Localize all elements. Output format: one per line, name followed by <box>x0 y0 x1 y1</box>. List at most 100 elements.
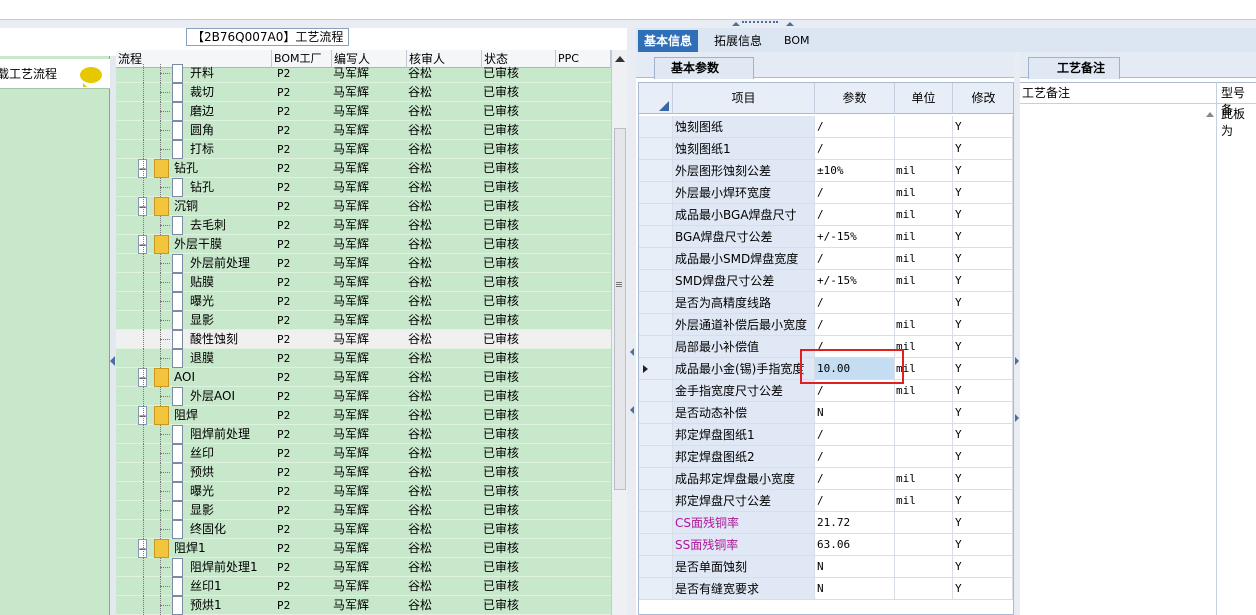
row-header[interactable] <box>639 402 673 424</box>
tab-basic-info[interactable]: 基本信息 <box>638 30 699 52</box>
param-value[interactable]: / <box>815 292 895 314</box>
tree-step-row[interactable]: 终固化 P2 马军辉 谷松 已审核 <box>116 520 611 539</box>
param-modify[interactable]: Y <box>953 556 1013 578</box>
param-value[interactable]: / <box>815 490 895 512</box>
collapse-right-icon[interactable] <box>1015 357 1019 365</box>
tree-step-row[interactable]: 开料 P2 马军辉 谷松 已审核 <box>116 64 611 83</box>
param-value[interactable]: / <box>815 468 895 490</box>
tree-step-row[interactable]: 贴膜 P2 马军辉 谷松 已审核 <box>116 273 611 292</box>
param-modify[interactable]: Y <box>953 336 1013 358</box>
param-modify[interactable]: Y <box>953 226 1013 248</box>
row-header[interactable] <box>639 138 673 160</box>
col-header-process-notes[interactable]: 工艺备注 <box>1022 84 1070 101</box>
row-header[interactable] <box>639 336 673 358</box>
param-unit[interactable] <box>895 116 953 138</box>
param-unit[interactable] <box>895 292 953 314</box>
param-row[interactable]: 是否有缝宽要求 N Y <box>639 578 1013 600</box>
param-modify[interactable]: Y <box>953 138 1013 160</box>
param-row[interactable]: 成品最小SMD焊盘宽度 / mil Y <box>639 248 1013 270</box>
collapse-left-icon[interactable] <box>630 348 634 356</box>
tree-step-row[interactable]: 外层前处理 P2 马军辉 谷松 已审核 <box>116 254 611 273</box>
tree-group-row[interactable]: − 外层干膜 P2 马军辉 谷松 已审核 <box>116 235 611 254</box>
param-value[interactable]: N <box>815 556 895 578</box>
row-header[interactable] <box>639 204 673 226</box>
tree-group-row[interactable]: − 阻焊1 P2 马军辉 谷松 已审核 <box>116 539 611 558</box>
param-unit[interactable]: mil <box>895 468 953 490</box>
param-modify[interactable]: Y <box>953 160 1013 182</box>
tree-step-row[interactable]: 打标 P2 马军辉 谷松 已审核 <box>116 140 611 159</box>
param-row[interactable]: 成品邦定焊盘最小宽度 / mil Y <box>639 468 1013 490</box>
tree-step-row[interactable]: 酸性蚀刻 P2 马军辉 谷松 已审核 <box>116 330 611 349</box>
row-header[interactable] <box>639 380 673 402</box>
param-value[interactable]: ±10% <box>815 160 895 182</box>
param-row[interactable]: 外层最小焊环宽度 / mil Y <box>639 182 1013 204</box>
tree-step-row[interactable]: 丝印1 P2 马军辉 谷松 已审核 <box>116 577 611 596</box>
col-header-unit[interactable]: 单位 <box>895 83 953 114</box>
param-row[interactable]: 是否为高精度线路 / Y <box>639 292 1013 314</box>
tree-group-row[interactable]: − 沉铜 P2 马军辉 谷松 已审核 <box>116 197 611 216</box>
param-modify[interactable]: Y <box>953 512 1013 534</box>
row-header[interactable] <box>639 226 673 248</box>
param-modify[interactable]: Y <box>953 402 1013 424</box>
param-modify[interactable]: Y <box>953 292 1013 314</box>
row-header[interactable] <box>639 512 673 534</box>
param-unit[interactable]: mil <box>895 248 953 270</box>
tree-step-row[interactable]: 钻孔 P2 马军辉 谷松 已审核 <box>116 178 611 197</box>
tree-step-row[interactable]: 磨边 P2 马军辉 谷松 已审核 <box>116 102 611 121</box>
select-all-corner[interactable] <box>639 83 673 114</box>
param-row[interactable]: 蚀刻图纸1/ Y <box>639 138 1013 160</box>
param-unit[interactable]: mil <box>895 182 953 204</box>
param-value[interactable]: / <box>815 314 895 336</box>
param-row[interactable]: SMD焊盘尺寸公差 +/-15% mil Y <box>639 270 1013 292</box>
param-row[interactable]: SS面残铜率 63.06 Y <box>639 534 1013 556</box>
param-row[interactable]: 邦定焊盘图纸2/ Y <box>639 446 1013 468</box>
param-modify[interactable]: Y <box>953 248 1013 270</box>
param-value[interactable]: / <box>815 248 895 270</box>
tree-step-row[interactable]: 圆角 P2 马军辉 谷松 已审核 <box>116 121 611 140</box>
row-header[interactable] <box>639 490 673 512</box>
param-modify[interactable]: Y <box>953 578 1013 600</box>
param-modify[interactable]: Y <box>953 270 1013 292</box>
tree-step-row[interactable]: 裁切 P2 马军辉 谷松 已审核 <box>116 83 611 102</box>
param-value[interactable]: 63.06 <box>815 534 895 556</box>
param-unit[interactable] <box>895 446 953 468</box>
nav-item-process-flow[interactable]: 载工艺流程 <box>0 59 110 89</box>
scroll-up-icon[interactable] <box>615 56 625 62</box>
param-unit[interactable]: mil <box>895 204 953 226</box>
param-modify[interactable]: Y <box>953 182 1013 204</box>
tab-process-notes[interactable]: 工艺备注 <box>1028 57 1120 79</box>
row-header[interactable] <box>639 358 673 380</box>
tree-step-row[interactable]: 预烘1 P2 马军辉 谷松 已审核 <box>116 596 611 615</box>
col-header-param[interactable]: 参数 <box>815 83 895 114</box>
row-header[interactable] <box>639 160 673 182</box>
row-header[interactable] <box>639 116 673 138</box>
row-header[interactable] <box>639 534 673 556</box>
param-unit[interactable]: mil <box>895 314 953 336</box>
flow-grid-scrollbar[interactable] <box>611 50 627 615</box>
param-modify[interactable]: Y <box>953 534 1013 556</box>
tree-step-row[interactable]: 退膜 P2 马军辉 谷松 已审核 <box>116 349 611 368</box>
param-value[interactable]: / <box>815 204 895 226</box>
param-modify[interactable]: Y <box>953 490 1013 512</box>
param-unit[interactable] <box>895 534 953 556</box>
tree-step-row[interactable]: 显影 P2 马军辉 谷松 已审核 <box>116 311 611 330</box>
tab-extended-info[interactable]: 拓展信息 <box>708 30 768 52</box>
param-value[interactable]: +/-15% <box>815 270 895 292</box>
tree-step-row[interactable]: 阻焊前处理1 P2 马军辉 谷松 已审核 <box>116 558 611 577</box>
param-row[interactable]: 蚀刻图纸 / Y <box>639 116 1013 138</box>
scroll-up-icon[interactable] <box>1206 112 1214 117</box>
param-modify[interactable]: Y <box>953 204 1013 226</box>
row-header[interactable] <box>639 314 673 336</box>
param-row[interactable]: 邦定焊盘尺寸公差 / mil Y <box>639 490 1013 512</box>
param-row[interactable]: 邦定焊盘图纸1/ Y <box>639 424 1013 446</box>
param-row[interactable]: 外层通道补偿后最小宽度 / mil Y <box>639 314 1013 336</box>
param-row[interactable]: 是否单面蚀刻 N Y <box>639 556 1013 578</box>
param-row[interactable]: CS面残铜率 21.72 Y <box>639 512 1013 534</box>
param-value[interactable]: / <box>815 424 895 446</box>
param-modify[interactable]: Y <box>953 446 1013 468</box>
collapse-left-icon[interactable] <box>110 356 115 366</box>
tree-group-row[interactable]: − 钻孔 P2 马军辉 谷松 已审核 <box>116 159 611 178</box>
row-header[interactable] <box>639 556 673 578</box>
row-header[interactable] <box>639 182 673 204</box>
tree-step-row[interactable]: 预烘 P2 马军辉 谷松 已审核 <box>116 463 611 482</box>
